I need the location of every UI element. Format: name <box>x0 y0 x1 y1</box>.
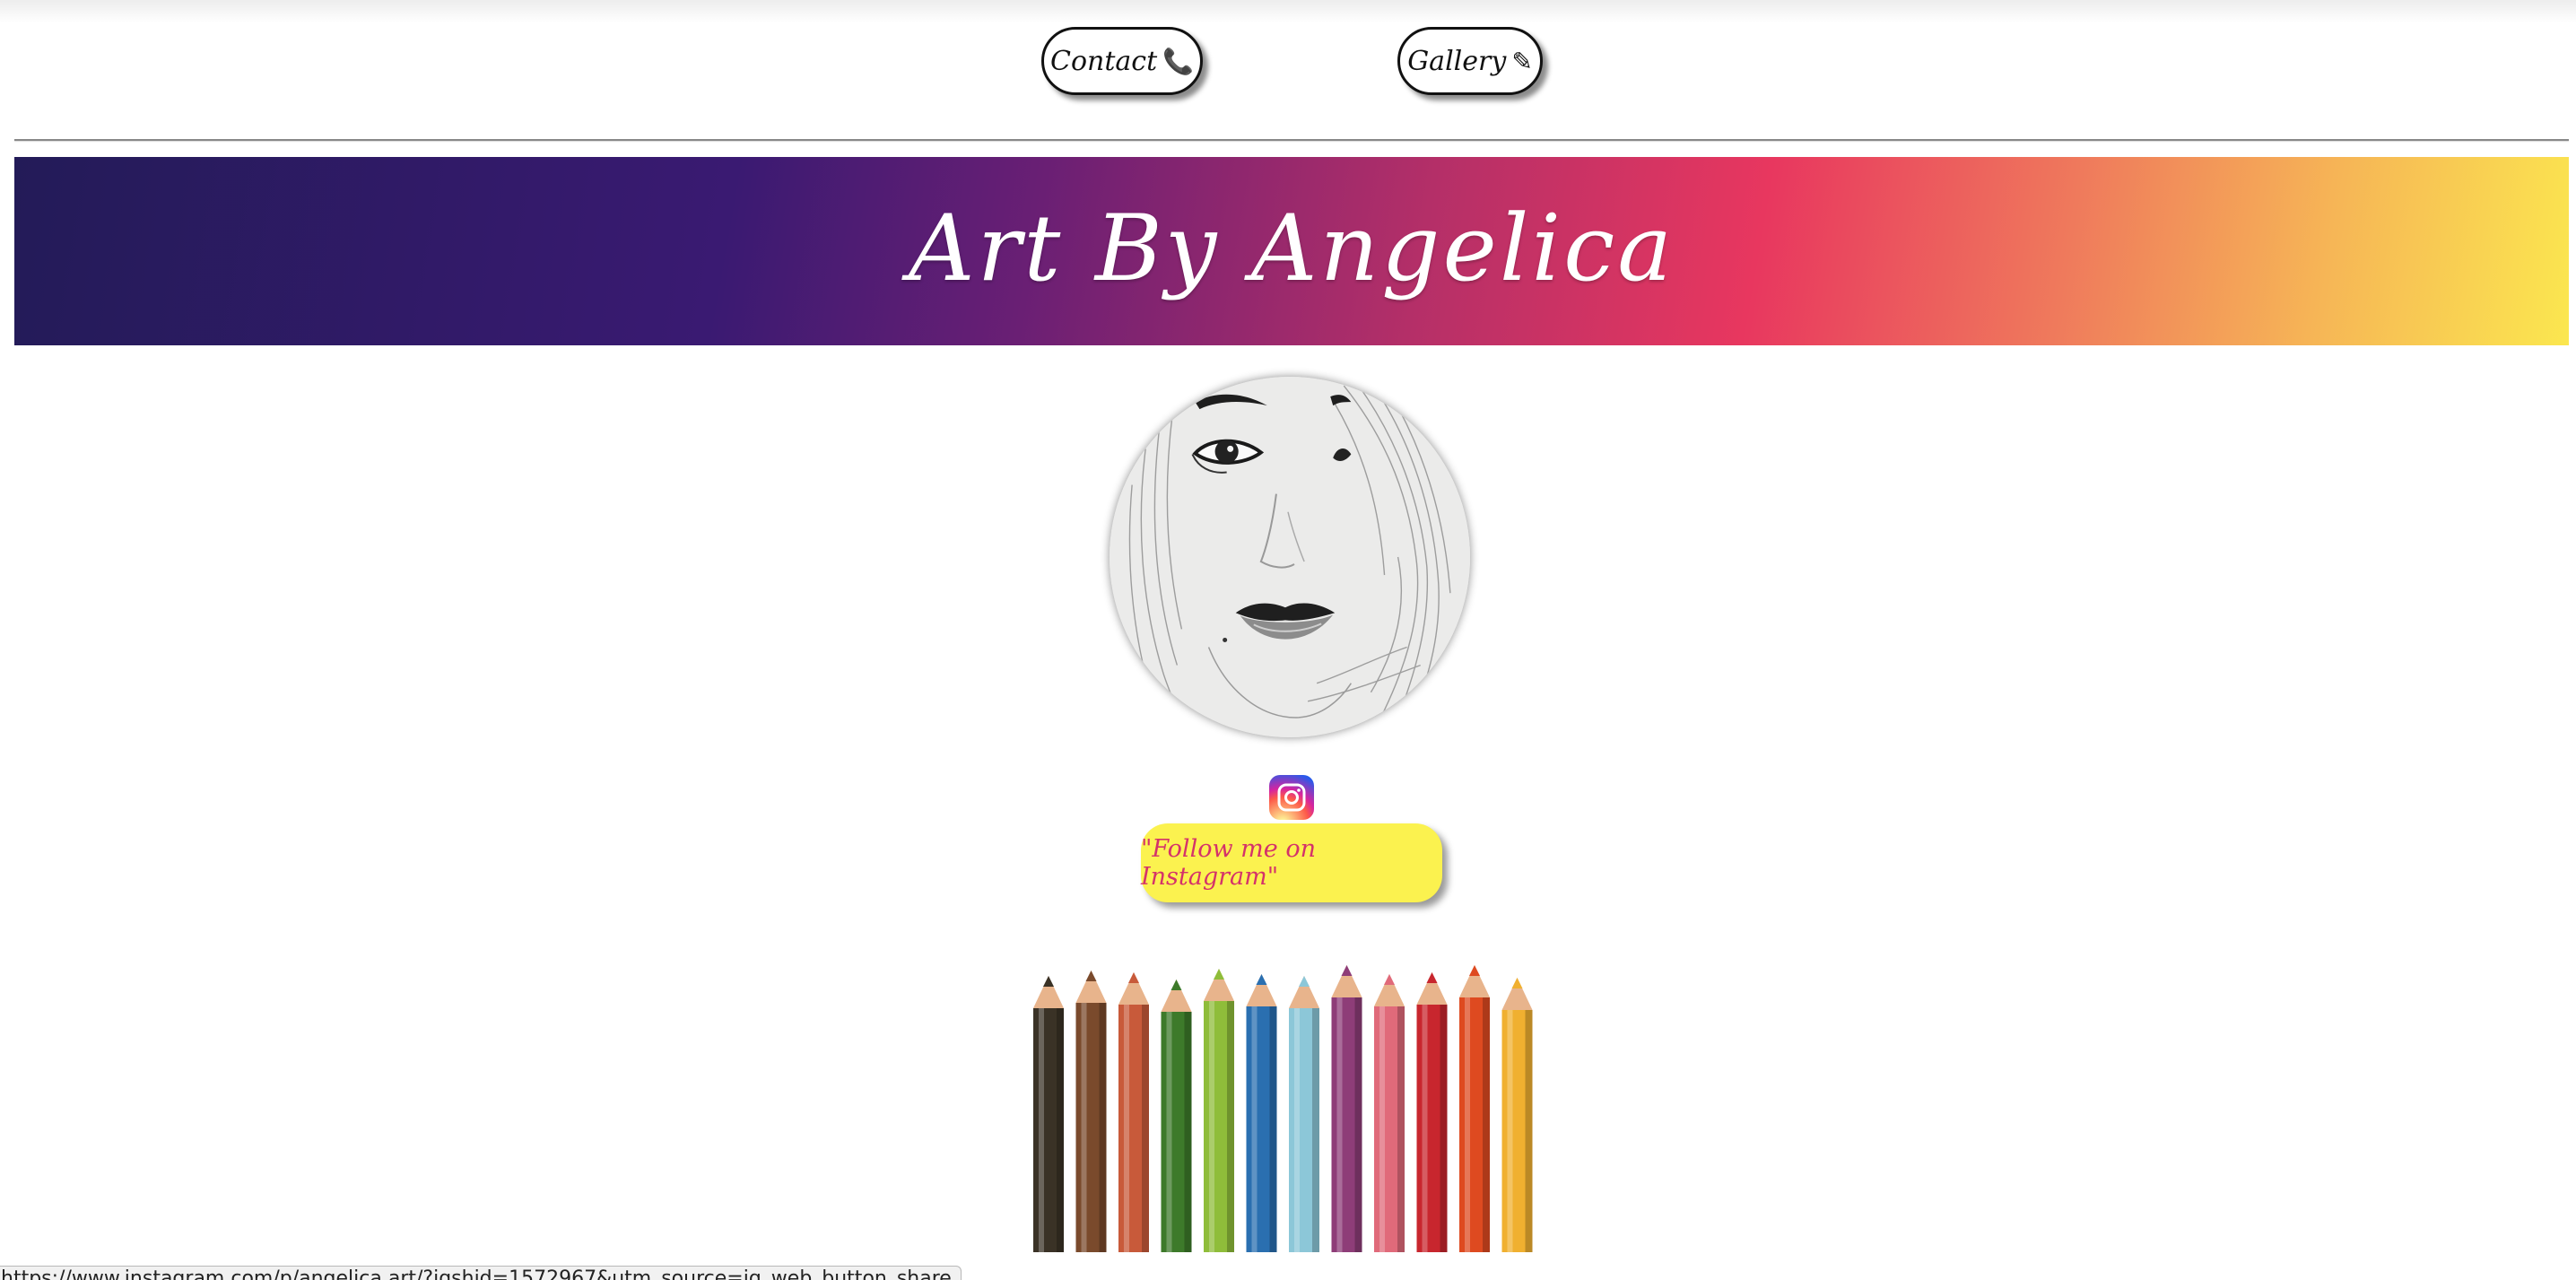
pencil <box>1075 971 1107 1252</box>
contact-button[interactable]: Contact 📞 <box>1041 27 1203 95</box>
top-shadow <box>0 0 2576 23</box>
pencil <box>1161 980 1192 1252</box>
top-nav: Contact 📞 Gallery ✎ <box>0 27 2576 99</box>
portrait-sketch-image <box>1110 377 1470 737</box>
contact-label: Contact <box>1049 45 1158 77</box>
divider <box>14 139 2569 141</box>
pencil <box>1246 974 1277 1252</box>
page-title: Art By Angelica <box>908 195 1675 302</box>
pencil <box>1501 978 1533 1252</box>
pencil <box>1374 974 1405 1252</box>
portrait-image <box>1110 377 1470 737</box>
pencils-svg <box>1033 965 1533 1252</box>
instagram-glyph <box>1277 783 1306 812</box>
gallery-label: Gallery <box>1407 45 1507 77</box>
pencil <box>1331 965 1362 1252</box>
status-bar-url: https://www.instagram.com/p/angelica.art… <box>0 1266 962 1280</box>
pencil <box>1289 976 1319 1252</box>
follow-instagram-button[interactable]: "Follow me on Instagram" <box>1141 823 1442 902</box>
pencil <box>1459 965 1490 1252</box>
gallery-button[interactable]: Gallery ✎ <box>1397 27 1543 95</box>
page: Contact 📞 Gallery ✎ Art By Angelica "Fol… <box>0 0 2576 1280</box>
pencil-icon: ✎ <box>1511 46 1533 76</box>
header-banner: Art By Angelica <box>14 157 2569 345</box>
pencil <box>1416 972 1448 1252</box>
pencil <box>1033 976 1064 1252</box>
instagram-icon[interactable] <box>1269 775 1314 820</box>
pencil <box>1118 972 1149 1252</box>
pencil <box>1204 969 1234 1252</box>
phone-icon: 📞 <box>1162 46 1194 76</box>
colored-pencils-image <box>1031 958 1543 1256</box>
